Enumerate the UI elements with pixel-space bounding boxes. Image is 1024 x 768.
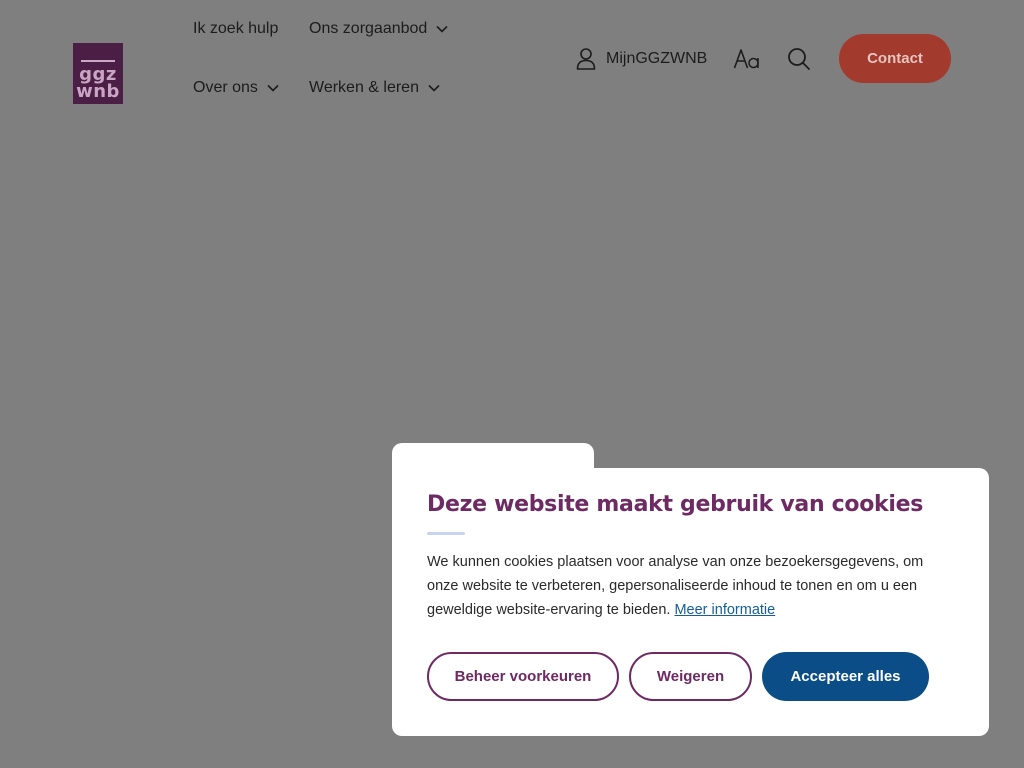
reject-cookies-button[interactable]: Weigeren: [629, 652, 752, 701]
nav-label: Werken & leren: [309, 79, 419, 96]
chevron-down-icon: [428, 84, 440, 92]
user-icon: [576, 48, 596, 70]
nav-item-over-ons[interactable]: Over ons: [193, 77, 279, 99]
chevron-down-icon: [436, 25, 448, 33]
nav-label: Over ons: [193, 79, 258, 96]
title-underline: [427, 532, 465, 535]
font-size-icon: [733, 49, 759, 69]
accept-all-button[interactable]: Accepteer alles: [762, 652, 929, 701]
dialog-body: Deze website maakt gebruik van cookies W…: [392, 468, 989, 736]
nav-item-ons-zorgaanbod[interactable]: Ons zorgaanbod: [309, 18, 448, 40]
font-size-button[interactable]: [733, 46, 761, 72]
cookie-dialog-text: We kunnen cookies plaatsen voor analyse …: [427, 550, 947, 622]
ggzwnb-logo[interactable]: ggz wnb: [73, 43, 123, 104]
nav-item-ik-zoek-hulp[interactable]: Ik zoek hulp: [193, 18, 278, 40]
logo-bar: [81, 60, 115, 62]
chevron-down-icon: [267, 84, 279, 92]
account-label: MijnGGZWNB: [606, 50, 708, 67]
manage-preferences-button[interactable]: Beheer voorkeuren: [427, 652, 619, 701]
nav-label: Ik zoek hulp: [193, 20, 279, 37]
more-info-link[interactable]: Meer informatie: [674, 602, 775, 618]
page-overlay: ggz wnb Ik zoek hulp Ons zorgaanbod Over…: [0, 0, 1024, 768]
search-icon: [788, 48, 810, 70]
cookie-dialog-title: Deze website maakt gebruik van cookies: [427, 492, 924, 517]
site-header: ggz wnb Ik zoek hulp Ons zorgaanbod Over…: [0, 0, 1024, 122]
cookie-consent-dialog: Deze website maakt gebruik van cookies W…: [392, 443, 989, 736]
account-link[interactable]: MijnGGZWNB: [576, 46, 707, 72]
nav-item-werken-leren[interactable]: Werken & leren: [309, 77, 440, 99]
search-button[interactable]: [787, 47, 811, 71]
contact-button[interactable]: Contact: [839, 34, 951, 83]
logo-text-line2: wnb: [76, 81, 120, 102]
nav-label: Ons zorgaanbod: [309, 20, 428, 37]
